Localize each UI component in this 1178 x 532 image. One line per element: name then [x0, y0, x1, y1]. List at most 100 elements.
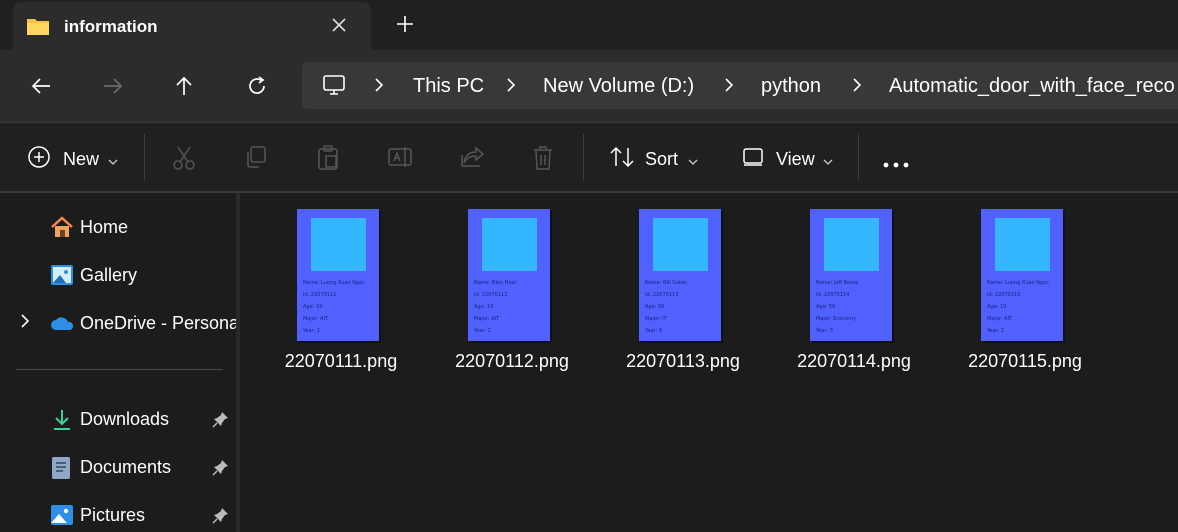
card-line: Major: IT: [645, 316, 667, 322]
sidebar-item-gallery[interactable]: Gallery: [0, 255, 236, 295]
card-line: Id: 22070111: [303, 292, 337, 298]
file-list: Name: Luong Xuan Ngoc Id: 22070111 Age: …: [240, 193, 1178, 532]
file-thumbnail: Name: Bien Hoai Id: 22070112 Age: 19 Maj…: [468, 209, 550, 341]
command-toolbar: New Sort View: [0, 123, 1178, 191]
card-line: Id: 22070115: [987, 292, 1021, 298]
sidebar-item-label: Documents: [80, 457, 172, 477]
sidebar-item-label: Gallery: [80, 265, 138, 285]
card-line: Year: 2: [987, 328, 1004, 334]
sidebar-divider: [16, 369, 223, 370]
breadcrumb-python[interactable]: python: [761, 75, 821, 98]
sort-button[interactable]: Sort: [606, 123, 706, 191]
view-button[interactable]: View: [740, 123, 840, 191]
toolbar-divider: [144, 134, 145, 181]
cut-icon[interactable]: [172, 145, 196, 176]
close-icon[interactable]: [331, 17, 347, 38]
download-icon: [50, 408, 74, 437]
documents-icon: [50, 456, 72, 485]
file-item[interactable]: Name: Luong Xuan Ngoc Id: 22070115 Age: …: [965, 207, 1105, 377]
rename-icon[interactable]: [388, 145, 414, 174]
file-item[interactable]: Name: Bien Hoai Id: 22070112 Age: 19 Maj…: [452, 207, 592, 377]
pin-icon[interactable]: [212, 410, 230, 433]
card-line: Major: Economy: [816, 316, 857, 322]
file-item[interactable]: Name: Luong Xuan Ngoc Id: 22070111 Age: …: [281, 207, 421, 377]
pictures-icon: [50, 504, 74, 531]
navigation-bar: This PC New Volume (D:) python Automatic…: [0, 50, 1178, 122]
sidebar-item-documents[interactable]: Documents: [0, 447, 236, 487]
navigation-pane: Home Gallery OneDrive - Persona Download…: [0, 193, 236, 532]
arrow-right-icon[interactable]: [102, 75, 124, 97]
arrow-left-icon[interactable]: [30, 75, 52, 97]
file-thumbnail: Name: Luong Xuan Ngoc Id: 22070111 Age: …: [297, 209, 379, 341]
file-name: 22070113.png: [626, 351, 740, 371]
file-name: 22070112.png: [455, 351, 569, 371]
toolbar-divider: [583, 134, 584, 181]
file-name: 22070115.png: [968, 351, 1082, 371]
breadcrumb-this-pc[interactable]: This PC: [413, 75, 484, 98]
card-line: Age: 19: [987, 304, 1007, 310]
file-item[interactable]: Name: Jeff Bezos Id: 22070114 Age: 50 Ma…: [794, 207, 934, 377]
share-icon[interactable]: [460, 145, 486, 174]
refresh-icon[interactable]: [246, 75, 268, 97]
sidebar-item-label: OneDrive - Persona: [80, 313, 236, 333]
chevron-right-icon: [506, 78, 516, 97]
folder-icon: [26, 16, 50, 41]
card-line: Name: Luong Xuan Ngoc: [987, 280, 1050, 286]
sidebar-item-label: Downloads: [80, 409, 170, 429]
delete-icon[interactable]: [532, 145, 554, 176]
sidebar-item-pictures[interactable]: Pictures: [0, 495, 236, 532]
sort-icon: [609, 145, 635, 174]
file-item[interactable]: Name: Bill Gates Id: 22070113 Age: 50 Ma…: [623, 207, 763, 377]
breadcrumb-current-folder[interactable]: Automatic_door_with_face_reco: [889, 75, 1175, 98]
file-thumbnail: Name: Bill Gates Id: 22070113 Age: 50 Ma…: [639, 209, 721, 341]
sidebar-item-downloads[interactable]: Downloads: [0, 399, 236, 439]
card-line: Major: AIT: [474, 316, 500, 322]
chevron-right-icon: [852, 78, 862, 97]
tab-title: information: [64, 17, 158, 36]
pin-icon[interactable]: [212, 506, 230, 529]
sidebar-item-label: Home: [80, 217, 129, 237]
new-button[interactable]: New: [20, 123, 130, 191]
photo-placeholder: [653, 218, 708, 271]
breadcrumb-new-volume[interactable]: New Volume (D:): [543, 75, 694, 98]
monitor-icon[interactable]: [322, 74, 346, 101]
card-line: Major: AIT: [987, 316, 1013, 322]
paste-icon[interactable]: [316, 145, 340, 176]
card-line: Age: 19: [303, 304, 323, 310]
card-line: Year: 3: [816, 328, 833, 334]
chevron-down-icon: [688, 153, 698, 171]
more-icon[interactable]: [883, 155, 909, 173]
gallery-icon: [50, 264, 74, 291]
toolbar-divider: [858, 134, 859, 181]
home-icon: [50, 216, 74, 243]
view-icon: [742, 147, 764, 172]
photo-placeholder: [482, 218, 537, 271]
sidebar-item-onedrive[interactable]: OneDrive - Persona: [0, 303, 236, 343]
photo-placeholder: [824, 218, 879, 271]
plus-icon[interactable]: [396, 15, 414, 38]
chevron-down-icon: [823, 153, 833, 171]
chevron-right-icon: [724, 78, 734, 97]
photo-placeholder: [311, 218, 366, 271]
pin-icon[interactable]: [212, 458, 230, 481]
file-thumbnail: Name: Luong Xuan Ngoc Id: 22070115 Age: …: [981, 209, 1063, 341]
card-line: Id: 22070114: [816, 292, 850, 298]
chevron-right-icon: [374, 78, 384, 97]
card-line: Year: 2: [474, 328, 491, 334]
tab-information[interactable]: information: [13, 2, 371, 50]
arrow-up-icon[interactable]: [173, 75, 195, 97]
sort-label: Sort: [645, 149, 679, 169]
sidebar-item-home[interactable]: Home: [0, 207, 236, 247]
card-line: Id: 22070113: [645, 292, 679, 298]
photo-placeholder: [995, 218, 1050, 271]
card-line: Name: Luong Xuan Ngoc: [303, 280, 366, 286]
card-line: Major: AIT: [303, 316, 329, 322]
address-bar[interactable]: This PC New Volume (D:) python Automatic…: [302, 62, 1178, 109]
copy-icon[interactable]: [244, 145, 268, 174]
card-line: Year: 2: [303, 328, 320, 334]
chevron-down-icon: [108, 153, 118, 171]
onedrive-icon: [50, 315, 76, 336]
file-thumbnail: Name: Jeff Bezos Id: 22070114 Age: 50 Ma…: [810, 209, 892, 341]
card-line: Age: 19: [474, 304, 494, 310]
file-name: 22070114.png: [797, 351, 911, 371]
